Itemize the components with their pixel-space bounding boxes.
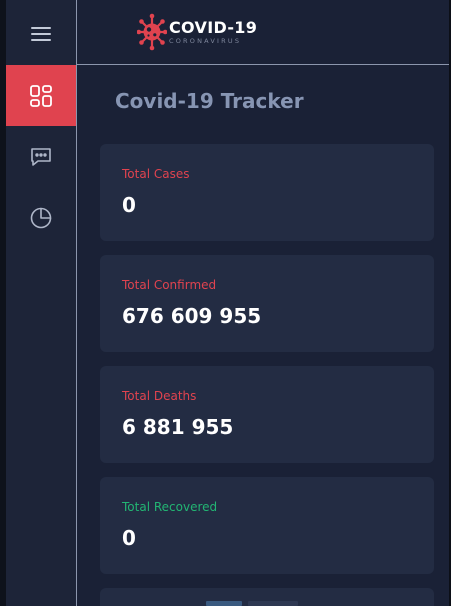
page-title: Covid-19 Tracker [115, 89, 304, 113]
stat-label: Total Cases [122, 167, 190, 181]
stat-value: 0 [122, 193, 136, 217]
stat-value: 0 [122, 526, 136, 550]
app-logo[interactable]: COVID-19 CORONAVIRUS [137, 10, 257, 54]
stat-value: 676 609 955 [122, 304, 262, 328]
app-window: COVID-19 CORONAVIRUS Covid-19 Tracker To… [0, 0, 451, 606]
sidebar [6, 0, 77, 606]
stat-card-total-deaths: Total Deaths 6 881 955 [100, 366, 434, 463]
pie-chart-icon [30, 207, 52, 228]
dashboard-grid-icon [30, 84, 52, 107]
stat-label: Total Recovered [122, 500, 218, 514]
sidebar-item-messages[interactable] [6, 126, 76, 187]
sidebar-item-chart[interactable] [6, 187, 76, 248]
card-content-preview [248, 601, 298, 606]
virus-icon [137, 13, 167, 51]
hamburger-menu-icon [31, 27, 51, 41]
chat-bubble-icon [31, 147, 51, 166]
stat-card-total-recovered: Total Recovered 0 [100, 477, 434, 574]
card-content-preview [206, 601, 242, 606]
logo-title: COVID-19 [169, 17, 258, 37]
sidebar-item-dashboard[interactable] [6, 65, 76, 126]
stat-label: Total Confirmed [122, 278, 217, 292]
stat-card-total-confirmed: Total Confirmed 676 609 955 [100, 255, 434, 352]
stat-label: Total Deaths [122, 389, 197, 403]
logo-subtitle: CORONAVIRUS [169, 36, 242, 45]
logo-text: COVID-19 CORONAVIRUS [169, 17, 258, 45]
menu-toggle-button[interactable] [6, 4, 76, 64]
stat-value: 6 881 955 [122, 415, 234, 439]
stat-card-partial [100, 588, 434, 606]
stat-card-total-cases: Total Cases 0 [100, 144, 434, 241]
top-header: COVID-19 CORONAVIRUS [77, 0, 449, 65]
